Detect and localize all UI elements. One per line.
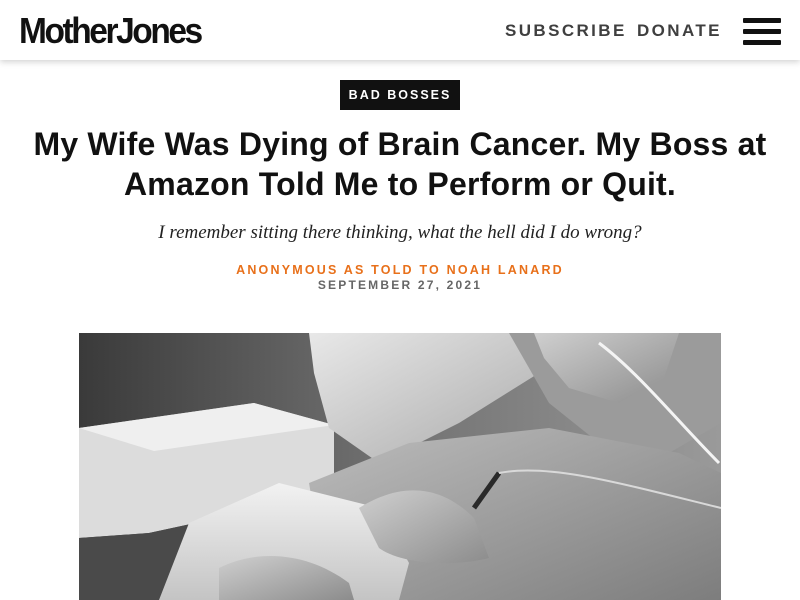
article-dek: I remember sitting there thinking, what …	[158, 222, 642, 243]
publish-date: SEPTEMBER 27, 2021	[317, 278, 483, 292]
menu-bar	[743, 29, 781, 34]
subscribe-link[interactable]: SUBSCRIBE	[505, 20, 627, 42]
hero-image	[79, 333, 721, 600]
donate-link[interactable]: DONATE	[637, 20, 722, 42]
menu-bar	[743, 40, 781, 45]
hamburger-menu-icon[interactable]	[743, 16, 781, 48]
category-tag[interactable]: BAD BOSSES	[340, 80, 460, 110]
menu-bar	[743, 18, 781, 23]
site-header: MotherJones SUBSCRIBE DONATE	[0, 0, 800, 60]
hospital-bed-photo	[79, 333, 721, 600]
author-byline[interactable]: ANONYMOUS AS TOLD TO NOAH LANARD	[100, 262, 700, 278]
article-headline: My Wife Was Dying of Brain Cancer. My Bo…	[33, 126, 767, 202]
mother-jones-logo[interactable]: MotherJones	[19, 9, 203, 53]
